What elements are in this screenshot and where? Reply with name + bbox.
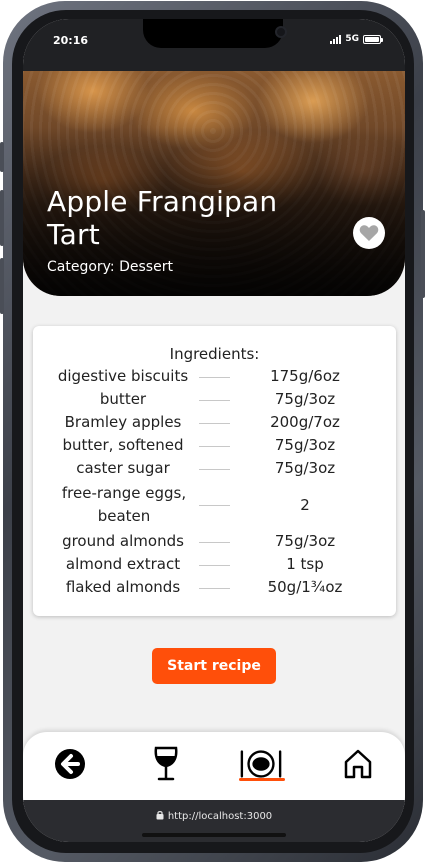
front-camera (275, 26, 287, 38)
ingredient-quantity: 200g/7oz (270, 413, 340, 431)
ingredient-name: Bramley apples (64, 413, 182, 431)
ingredient-name: free-range eggs, beaten (61, 484, 187, 525)
ingredient-name: caster sugar (76, 459, 170, 477)
ingredient-name: almond extract (65, 555, 181, 573)
ingredient-divider (199, 446, 230, 447)
ingredient-quantity: 75g/3oz (274, 390, 336, 408)
home-icon (344, 749, 372, 779)
nav-active-indicator (239, 778, 285, 781)
status-bar: 20:16 5G (23, 19, 405, 71)
ingredient-quantity: 75g/3oz (274, 532, 336, 550)
wine-glass-icon (154, 746, 178, 781)
battery-icon (363, 34, 383, 44)
home-indicator[interactable] (142, 833, 286, 837)
ingredient-divider (199, 542, 230, 543)
ingredient-divider (199, 377, 230, 378)
nav-drinks[interactable] (144, 742, 188, 786)
notch (143, 19, 287, 48)
ingredient-divider (199, 505, 230, 506)
ingredient-name: flaked almonds (65, 578, 181, 596)
ingredient-name: digestive biscuits (57, 367, 189, 385)
ingredient-quantity: 75g/3oz (274, 459, 336, 477)
screen: Apple Frangipan Tart Category: Dessert 2… (23, 19, 405, 842)
ingredient-name: butter (99, 390, 147, 408)
ingredients-heading: Ingredients: (169, 345, 260, 363)
ingredient-divider (199, 588, 230, 589)
recipe-title: Apple Frangipan Tart (47, 185, 278, 251)
status-time: 20:16 (53, 34, 89, 47)
ingredient-divider (199, 400, 230, 401)
ingredient-quantity: 2 (300, 496, 310, 514)
nav-home[interactable] (336, 742, 380, 786)
start-recipe-button[interactable]: Start recipe (152, 648, 276, 684)
ingredient-quantity: 175g/6oz (270, 367, 340, 385)
lock-icon (156, 811, 164, 820)
signal-icon (330, 34, 342, 44)
favorite-button[interactable] (353, 217, 385, 249)
ingredient-name: butter, softened (62, 436, 184, 454)
nav-back[interactable] (48, 742, 92, 786)
ingredient-divider (199, 469, 230, 470)
ingredient-divider (199, 423, 230, 424)
bottom-nav (23, 732, 405, 802)
ingredient-quantity: 1 tsp (286, 555, 324, 573)
recipe-hero: Apple Frangipan Tart Category: Dessert (23, 71, 405, 296)
ingredient-quantity: 75g/3oz (274, 436, 336, 454)
network-type: 5G (345, 34, 359, 44)
status-indicators: 5G (330, 34, 383, 44)
url-display[interactable]: http://localhost:3000 (23, 810, 405, 822)
ingredients-card: Ingredients: digestive biscuits 175g/6oz… (33, 326, 396, 616)
recipe-category: Category: Dessert (47, 259, 173, 275)
ingredient-quantity: 50g/1¾oz (267, 578, 343, 596)
browser-bar: http://localhost:3000 (23, 800, 405, 842)
back-arrow-icon (55, 749, 85, 779)
ingredient-divider (199, 565, 230, 566)
plate-cutlery-icon (240, 750, 282, 778)
heart-icon (359, 225, 379, 241)
url-text: http://localhost:3000 (167, 811, 273, 822)
ingredient-name: ground almonds (62, 532, 184, 550)
